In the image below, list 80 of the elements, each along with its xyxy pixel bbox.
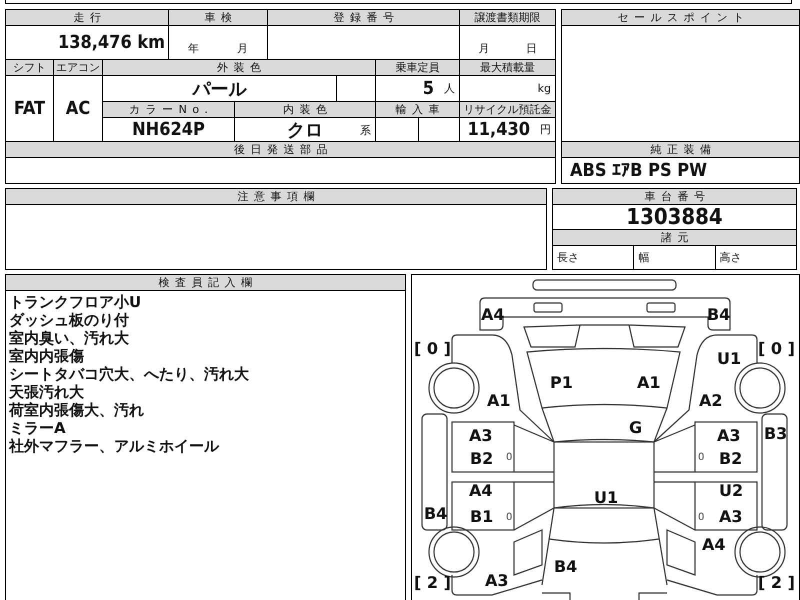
month-unit: 月 <box>237 41 248 56</box>
damage-code: B2 <box>470 451 494 467</box>
recycle-deposit-label: リサイクル預託金 <box>460 102 555 117</box>
capacity-label: 乗車定員 <box>376 60 459 75</box>
max-load-unit: kg <box>538 82 551 95</box>
capacity-value: 5 <box>422 78 434 99</box>
damage-code: A1 <box>636 375 660 391</box>
air-conditioner-label: エアコン <box>54 60 102 75</box>
color-number-value: NH624P <box>103 118 234 141</box>
damage-code: A4 <box>480 307 504 323</box>
spec-field-label: 幅 <box>634 246 715 269</box>
day-unit: 日 <box>526 41 537 56</box>
chassis-number-value: 1303884 <box>553 205 796 229</box>
inspector-note: 社外マフラー、アルミホイール <box>9 437 220 455</box>
damage-code: A4 <box>468 483 492 499</box>
standard-equipment-label: 純正装備 <box>562 142 799 157</box>
small-mark: 0 <box>506 453 512 463</box>
damage-code: B1 <box>470 509 494 525</box>
damage-code: A3 <box>716 428 740 444</box>
interior-color-label: 内装色 <box>235 102 375 117</box>
specs-label: 諸元 <box>553 230 796 245</box>
small-mark: 0 <box>698 513 704 523</box>
shift-label: シフト <box>6 60 53 75</box>
small-mark: 0 <box>698 453 704 463</box>
interior-color-value: クロ <box>287 118 323 142</box>
recycle-deposit-value: 11,430 <box>468 119 530 140</box>
damage-code: P1 <box>550 375 573 391</box>
damage-code: B4 <box>554 559 578 575</box>
imported-label: 輸入車 <box>376 102 459 117</box>
year-unit: 年 <box>188 41 199 56</box>
shift-value: FAT <box>6 76 53 141</box>
damage-code: U1 <box>716 351 742 367</box>
notes-label: 注意事項欄 <box>6 189 546 204</box>
standard-equipment-value: ABS ｴｱB PS PW <box>562 158 799 183</box>
yen-unit: 円 <box>540 122 551 137</box>
damage-code: B4 <box>424 506 448 522</box>
capacity-unit: 人 <box>444 81 455 96</box>
small-mark: 0 <box>506 513 512 523</box>
air-conditioner-value: AC <box>54 76 102 141</box>
mileage-value: 138,476 km <box>6 26 168 59</box>
tread-reading: [ 0 ] <box>758 341 795 357</box>
spec-field-label: 長さ <box>553 246 634 269</box>
inspector-note: 室内臭い、汚れ大 <box>9 329 130 347</box>
inspector-note: 天張汚れ大 <box>9 383 85 401</box>
damage-code: A4 <box>702 537 726 553</box>
color-number-label: カラーNo. <box>103 102 234 117</box>
inspector-note: ミラーA <box>9 419 67 437</box>
interior-color-unit: 系 <box>360 123 371 138</box>
inspector-note: 室内内張傷 <box>9 347 85 365</box>
damage-code: A3 <box>468 428 492 444</box>
inspector-note: ダッシュ板のり付 <box>9 311 130 329</box>
inspector-notes-label: 検査員記入欄 <box>6 275 405 291</box>
damage-code: B4 <box>706 307 730 323</box>
damage-code: A3 <box>484 573 508 589</box>
inspection-label: 車検 <box>169 10 267 25</box>
sales-points-label: セールスポイント <box>562 10 799 25</box>
parts-to-send-label: 後日発送部品 <box>6 142 555 157</box>
damage-code: U1 <box>594 490 618 506</box>
damage-code: A1 <box>486 393 510 409</box>
damage-code: U2 <box>718 483 744 499</box>
damage-code: A3 <box>718 509 742 525</box>
tread-reading: [ 0 ] <box>414 341 451 357</box>
inspector-note: 荷室内張傷大、汚れ <box>9 401 145 419</box>
exterior-color-label: 外装色 <box>103 60 375 75</box>
chassis-number-label: 車台番号 <box>553 189 796 204</box>
damage-code: A2 <box>698 393 722 409</box>
registration-number-label: 登録番号 <box>268 10 459 25</box>
inspector-note: シートタバコ穴大、へたり、汚れ大 <box>9 365 250 383</box>
inspector-note: トランクフロア小U <box>9 293 142 311</box>
damage-code: B3 <box>764 426 788 442</box>
mileage-label: 走行 <box>6 10 168 25</box>
exterior-color-value: パール <box>103 76 336 101</box>
tread-reading: [ 2 ] <box>414 575 451 591</box>
max-load-label: 最大積載量 <box>460 60 555 75</box>
transfer-deadline-label: 譲渡書類期限 <box>460 10 555 25</box>
damage-code: G <box>628 420 642 436</box>
tread-reading: [ 2 ] <box>758 575 795 591</box>
damage-code: B2 <box>718 451 742 467</box>
spec-field-label: 高さ <box>716 246 796 269</box>
month-unit: 月 <box>478 41 490 56</box>
